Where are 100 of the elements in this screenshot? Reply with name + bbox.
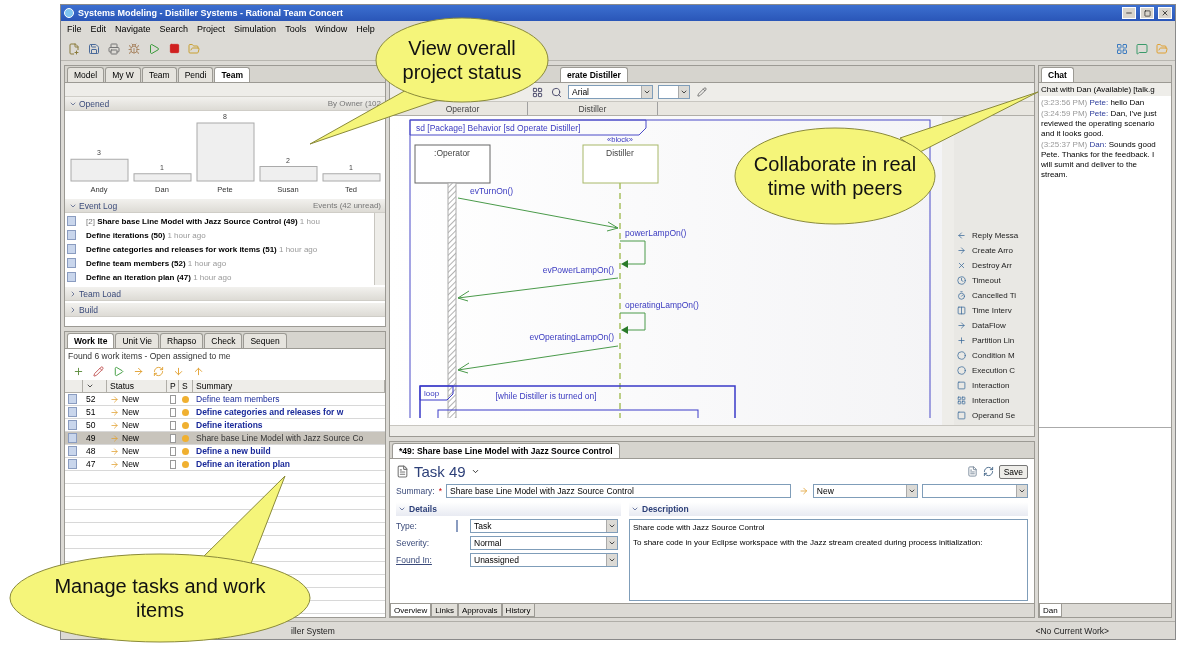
save-toolbar-button[interactable] (87, 41, 101, 56)
action-dropdown[interactable] (922, 484, 1028, 498)
field-dropdown[interactable]: Task (470, 519, 618, 533)
message-arrow[interactable] (457, 345, 619, 374)
layout-button[interactable] (530, 85, 544, 99)
palette-item[interactable]: Time Interv (957, 304, 1031, 316)
editor-tab[interactable]: erate Distiller (560, 67, 628, 82)
palette-item[interactable]: Operand Se (957, 409, 1031, 421)
column-header[interactable]: S (179, 380, 193, 392)
view-tab[interactable]: Sequen (243, 333, 287, 348)
palette-item[interactable]: Interaction (957, 379, 1031, 391)
menu-item[interactable]: Search (159, 24, 189, 34)
run-button[interactable] (147, 41, 161, 56)
palette-item[interactable]: Timeout (957, 274, 1031, 286)
lifeline-box[interactable] (414, 144, 491, 184)
circle-icon (957, 350, 966, 360)
section-toggle[interactable]: Build (69, 304, 98, 315)
view-tab[interactable]: Model (67, 67, 105, 82)
column-header[interactable]: Summary (193, 380, 385, 392)
palette-item[interactable]: Partition Lin (957, 334, 1031, 346)
field-dropdown[interactable]: Normal (470, 536, 618, 550)
palette-item[interactable]: DataFlow (957, 319, 1031, 331)
conversation-tab[interactable]: Dan (1039, 604, 1062, 617)
event-entry[interactable]: [2] Share base Line Model with Jazz Source Control (49) 1 hou (86, 216, 320, 226)
section-toggle[interactable]: Event Log (69, 200, 118, 211)
field-dropdown[interactable]: Unassigned (470, 553, 618, 567)
summary-field[interactable]: Share base Line Model with Jazz Source Control (446, 484, 792, 498)
column-header[interactable]: Status (107, 380, 167, 392)
menu-item[interactable]: Edit (90, 24, 107, 34)
menu-item[interactable]: Navigate (115, 24, 151, 34)
minimize-button[interactable] (1122, 7, 1136, 19)
palette-item[interactable]: Execution C (957, 364, 1031, 376)
message-arrow[interactable] (457, 197, 619, 232)
palette-item[interactable]: Reply Messa (957, 229, 1031, 241)
event-entry[interactable]: Define categories and releases for work items (51) 1 hour ago (86, 244, 318, 254)
view-tab[interactable]: Work Ite (67, 333, 115, 348)
self-message-arrow[interactable] (619, 312, 646, 334)
view-tab[interactable]: Unit Vie (115, 333, 159, 348)
refresh-button[interactable] (151, 364, 165, 378)
field-link[interactable]: Found In: (396, 555, 456, 565)
bracket-icon (957, 305, 966, 315)
palette-item[interactable]: Condition M (957, 349, 1031, 361)
section-toggle[interactable]: Description (629, 502, 1028, 516)
new-button[interactable] (67, 41, 81, 56)
perspective-button[interactable] (1135, 41, 1149, 56)
view-tab[interactable]: My W (105, 67, 141, 82)
view-tab[interactable]: Team (214, 67, 250, 82)
perspective-button[interactable] (1155, 41, 1169, 56)
section-toggle[interactable]: Details (396, 502, 621, 516)
lifeline-box[interactable] (582, 144, 659, 184)
view-tab[interactable]: Pendi (177, 67, 214, 82)
view-tab[interactable]: Team (141, 67, 177, 82)
zoom-button[interactable] (549, 85, 563, 99)
event-entry[interactable]: Define team members (52) 1 hour ago (86, 258, 227, 268)
menu-item[interactable]: Simulation (234, 24, 277, 34)
menu-item[interactable]: Tools (285, 24, 307, 34)
column-header[interactable]: P (167, 380, 179, 392)
description-field[interactable]: Share code with Jazz Source Control To share code in your Eclipse workspace with the Jazz stream created during process initialization: (629, 519, 1028, 601)
print-button[interactable] (107, 41, 121, 56)
menu-item[interactable]: Window (315, 24, 348, 34)
menu-item[interactable]: File (67, 24, 82, 34)
event-entry[interactable]: Define iterations (50) 1 hour ago (86, 230, 206, 240)
document-icon (396, 465, 409, 478)
font-dropdown[interactable]: Arial (568, 85, 653, 99)
save-button[interactable]: Save (998, 464, 1028, 479)
table-row[interactable]: 49 New Share base Line Model with Jazz Source Co (65, 432, 385, 445)
edit-button[interactable] (91, 364, 105, 378)
pencil-button[interactable] (695, 85, 709, 99)
stop-button[interactable] (167, 41, 181, 56)
maximize-button[interactable] (1140, 7, 1154, 19)
section-toggle[interactable]: Team Load (69, 288, 122, 299)
menu-item[interactable]: Help (356, 24, 375, 34)
palette-item[interactable]: Cancelled Ti (957, 289, 1031, 301)
loop-label-tab (419, 385, 454, 401)
state-dropdown[interactable]: New (812, 484, 919, 498)
page-tab[interactable]: History (501, 604, 535, 617)
close-button[interactable] (1158, 7, 1172, 19)
perspective-button[interactable] (1115, 41, 1129, 56)
font-size-dropdown[interactable] (658, 85, 690, 99)
view-tab[interactable]: Rhapso (160, 333, 204, 348)
view-tab[interactable]: Check (204, 333, 243, 348)
page-tab[interactable]: Approvals (458, 604, 502, 617)
page-tab[interactable]: Overview (390, 604, 432, 617)
debug-button[interactable] (127, 41, 141, 56)
open-button[interactable] (187, 41, 201, 56)
page-tab[interactable]: Links (431, 604, 459, 617)
view-tab[interactable]: Chat (1041, 67, 1074, 82)
palette-item[interactable]: Destroy Arr (957, 259, 1031, 271)
palette-item[interactable]: Create Arro (957, 244, 1031, 256)
palette-item[interactable]: Interaction (957, 394, 1031, 406)
self-message-arrow[interactable] (619, 240, 646, 268)
menu-item[interactable]: Project (197, 24, 226, 34)
event-entry[interactable]: Define an iteration plan (47) 1 hour ago (86, 272, 232, 282)
chat-icon (1136, 42, 1148, 55)
scrollbar[interactable] (390, 425, 1034, 436)
scrollbar[interactable] (374, 213, 385, 285)
message-arrow[interactable] (457, 277, 619, 302)
section-toggle[interactable]: Opened (69, 98, 110, 109)
clock-icon (957, 275, 966, 285)
editor-tab[interactable]: *49: Share base Line Model with Jazz Source Control (392, 443, 620, 458)
